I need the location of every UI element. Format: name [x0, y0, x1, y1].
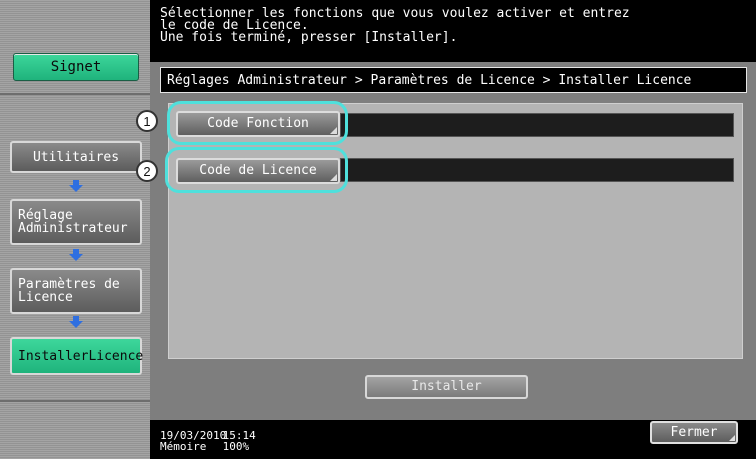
code-licence-field[interactable]: [340, 158, 734, 182]
close-button[interactable]: Fermer: [650, 421, 738, 444]
signet-button[interactable]: Signet: [13, 53, 139, 81]
arrow-down-icon: [69, 249, 83, 261]
callout-number-badge: 1: [136, 110, 158, 132]
arrow-down-icon: [69, 180, 83, 192]
sidebar-item-parametres-licence[interactable]: Paramètres de Licence: [10, 268, 142, 314]
screen: Signet Utilitaires Réglage Administrateu…: [0, 0, 756, 459]
instruction-header: Sélectionner les fonctions que vous voul…: [150, 0, 756, 62]
breadcrumb: Réglages Administrateur > Paramètres de …: [160, 67, 747, 93]
code-fonction-button[interactable]: Code Fonction: [176, 111, 340, 137]
instruction-line: Une fois terminé, presser [Installer].: [160, 30, 458, 45]
install-button[interactable]: Installer: [365, 375, 528, 399]
sidebar-item-label: InstallerLicence: [18, 349, 144, 364]
status-info: 19/03/2010 15:14 Mémoire 100%: [160, 430, 256, 452]
sidebar-divider: [0, 400, 150, 402]
sidebar-item-label: Administrateur: [18, 221, 128, 236]
sidebar-item-installer-licence[interactable]: InstallerLicence: [10, 337, 144, 375]
code-licence-button[interactable]: Code de Licence: [176, 158, 340, 184]
memory-value: 100%: [222, 440, 250, 453]
sidebar-item-reglage-administrateur[interactable]: Réglage Administrateur: [10, 199, 142, 245]
sidebar-item-label: Utilitaires: [32, 150, 120, 165]
sidebar-item-label: Licence: [18, 290, 73, 305]
code-fonction-field[interactable]: [340, 113, 734, 137]
arrow-down-icon: [69, 316, 83, 328]
memory-label: Mémoire: [160, 440, 207, 453]
sidebar-divider: [0, 93, 150, 95]
sidebar-item-utilitaires[interactable]: Utilitaires: [10, 141, 142, 173]
callout-number-badge: 2: [136, 160, 158, 182]
